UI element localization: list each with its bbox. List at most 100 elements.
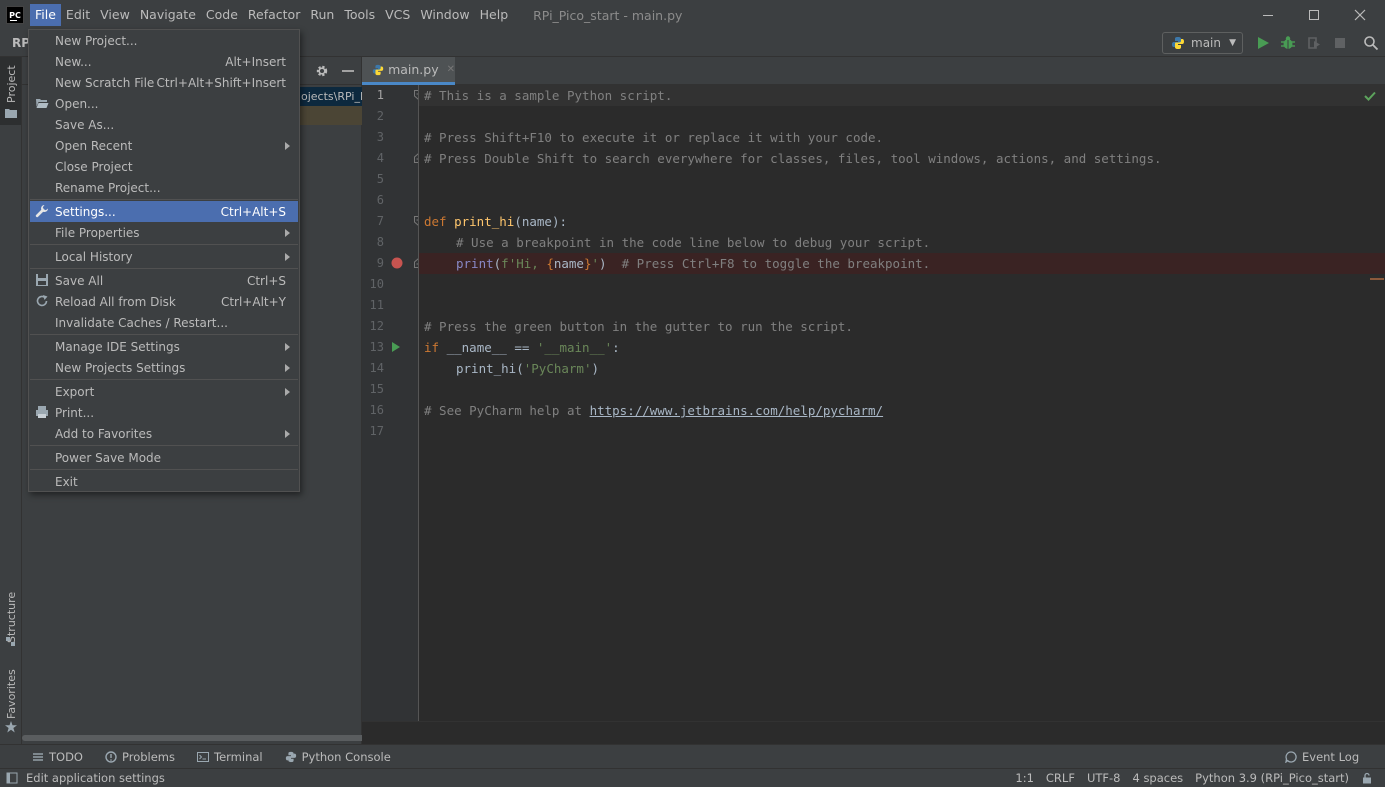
line-separator[interactable]: CRLF <box>1046 771 1075 785</box>
line-number: 5 <box>376 172 384 186</box>
submenu-arrow-icon <box>285 429 290 438</box>
run-icon[interactable] <box>1255 35 1271 51</box>
problems-icon <box>105 750 117 763</box>
line-number: 9 <box>376 256 384 270</box>
menu-item-label: Save All <box>55 273 104 288</box>
error-stripe-mark[interactable] <box>1370 278 1384 280</box>
structure-icon <box>6 637 15 646</box>
project-tool-tab[interactable]: Project <box>0 57 21 125</box>
code-function-name: print_hi <box>454 214 515 229</box>
menu-item-shortcut: Ctrl+S <box>246 273 286 288</box>
menu-vcs[interactable]: VCS <box>380 4 415 26</box>
status-message: Edit application settings <box>26 771 165 785</box>
menu-add-to-favorites[interactable]: Add to Favorites <box>30 423 298 444</box>
search-icon[interactable] <box>1363 35 1379 51</box>
menu-view[interactable]: View <box>95 4 135 26</box>
menu-navigate[interactable]: Navigate <box>135 4 201 26</box>
menu-save-all[interactable]: Save All Ctrl+S <box>30 270 298 291</box>
python-interpreter[interactable]: Python 3.9 (RPi_Pico_start) <box>1195 771 1349 785</box>
run-with-coverage-icon[interactable] <box>1306 35 1322 51</box>
menu-open-recent[interactable]: Open Recent <box>30 135 298 156</box>
todo-tab[interactable]: TODO <box>32 750 83 764</box>
close-tab-icon[interactable]: ✕ <box>447 64 455 75</box>
problems-tab[interactable]: Problems <box>105 750 175 764</box>
event-log-tab[interactable]: Event Log <box>1285 750 1359 764</box>
menu-reload-all-from-disk[interactable]: Reload All from Disk Ctrl+Alt+Y <box>30 291 298 312</box>
menu-help[interactable]: Help <box>475 4 514 26</box>
menu-file[interactable]: File <box>30 4 61 26</box>
minimize-button[interactable] <box>1245 0 1291 30</box>
menu-separator <box>30 334 298 335</box>
print-icon <box>36 406 48 418</box>
menu-new[interactable]: New... Alt+Insert <box>30 51 298 72</box>
project-tree-selected-row[interactable] <box>299 106 362 125</box>
menu-save-as[interactable]: Save As... <box>30 114 298 135</box>
project-horizontal-scrollbar[interactable] <box>22 735 374 741</box>
gear-icon[interactable] <box>315 64 329 78</box>
terminal-tab[interactable]: Terminal <box>197 750 263 764</box>
code-line-8: # Use a breakpoint in the code line belo… <box>456 232 930 253</box>
menu-export[interactable]: Export <box>30 381 298 402</box>
menu-item-shortcut: Ctrl+Alt+S <box>220 204 286 219</box>
run-gutter-icon[interactable] <box>391 341 401 353</box>
menu-item-label: Open Recent <box>55 138 133 153</box>
code-params: (name): <box>514 214 568 229</box>
code-keyword: def <box>424 214 447 229</box>
menu-open[interactable]: Open... <box>30 93 298 114</box>
menu-print[interactable]: Print... <box>30 402 298 423</box>
hide-panel-icon[interactable] <box>341 64 355 78</box>
menu-separator <box>30 469 298 470</box>
line-number: 7 <box>376 214 384 228</box>
menu-close-project[interactable]: Close Project <box>30 156 298 177</box>
menu-file-properties[interactable]: File Properties <box>30 222 298 243</box>
file-encoding[interactable]: UTF-8 <box>1087 771 1121 785</box>
line-number: 1 <box>376 88 384 102</box>
menu-invalidate-caches[interactable]: Invalidate Caches / Restart... <box>30 312 298 333</box>
project-tree-root-path[interactable]: ojects\RPi_P <box>299 87 362 106</box>
menu-code[interactable]: Code <box>201 4 243 26</box>
favorites-tab[interactable]: Favorites <box>2 669 20 729</box>
menu-new-scratch-file[interactable]: New Scratch File Ctrl+Alt+Shift+Insert <box>30 72 298 93</box>
menu-exit[interactable]: Exit <box>30 471 298 492</box>
caret-position[interactable]: 1:1 <box>1015 771 1034 785</box>
code-expression: __name__ == <box>439 340 537 355</box>
python-console-tab[interactable]: Python Console <box>285 750 391 764</box>
breakpoint-icon[interactable] <box>391 257 403 269</box>
editor-gutter[interactable]: 1 2 3 4 5 6 7 8 9 10 11 12 13 14 15 16 1… <box>362 85 423 721</box>
menu-separator <box>30 379 298 380</box>
menu-manage-ide-settings[interactable]: Manage IDE Settings <box>30 336 298 357</box>
code-comment: # Press Ctrl+F8 to toggle the breakpoint… <box>621 256 931 271</box>
line-number: 15 <box>369 382 384 396</box>
favorites-tab-label: Favorites <box>5 669 18 719</box>
toggle-tool-windows-icon[interactable] <box>6 772 18 784</box>
window-title: RPi_Pico_start - main.py <box>533 7 683 23</box>
left-tool-stripe: Project Structure Favorites <box>0 57 22 744</box>
menu-new-project[interactable]: New Project... <box>30 30 298 51</box>
menu-separator <box>30 199 298 200</box>
problems-label: Problems <box>121 749 175 764</box>
submenu-arrow-icon <box>285 342 290 351</box>
debug-icon[interactable] <box>1280 35 1296 51</box>
menu-settings[interactable]: Settings... Ctrl+Alt+S <box>30 201 298 222</box>
indent-setting[interactable]: 4 spaces <box>1132 771 1183 785</box>
help-link[interactable]: https://www.jetbrains.com/help/pycharm/ <box>590 403 884 418</box>
menu-edit[interactable]: Edit <box>61 4 95 26</box>
menu-local-history[interactable]: Local History <box>30 246 298 267</box>
tab-main-py[interactable]: main.py ✕ <box>362 57 455 85</box>
menu-new-projects-settings[interactable]: New Projects Settings <box>30 357 298 378</box>
code-string: ' <box>591 256 600 271</box>
maximize-button[interactable] <box>1291 0 1337 30</box>
menu-run[interactable]: Run <box>305 4 339 26</box>
inspection-ok-icon[interactable] <box>1364 91 1376 101</box>
menu-refactor[interactable]: Refactor <box>243 4 305 26</box>
todo-label: TODO <box>49 749 83 764</box>
run-configuration-select[interactable]: main ▼ <box>1162 32 1243 54</box>
menu-rename-project[interactable]: Rename Project... <box>30 177 298 198</box>
stop-icon[interactable] <box>1332 35 1348 51</box>
close-window-button[interactable] <box>1337 0 1383 30</box>
menu-power-save-mode[interactable]: Power Save Mode <box>30 447 298 468</box>
code-editor[interactable]: # This is a sample Python script. # Pres… <box>419 85 1385 721</box>
menu-tools[interactable]: Tools <box>339 4 380 26</box>
lock-icon[interactable] <box>1361 772 1373 784</box>
menu-window[interactable]: Window <box>415 4 474 26</box>
